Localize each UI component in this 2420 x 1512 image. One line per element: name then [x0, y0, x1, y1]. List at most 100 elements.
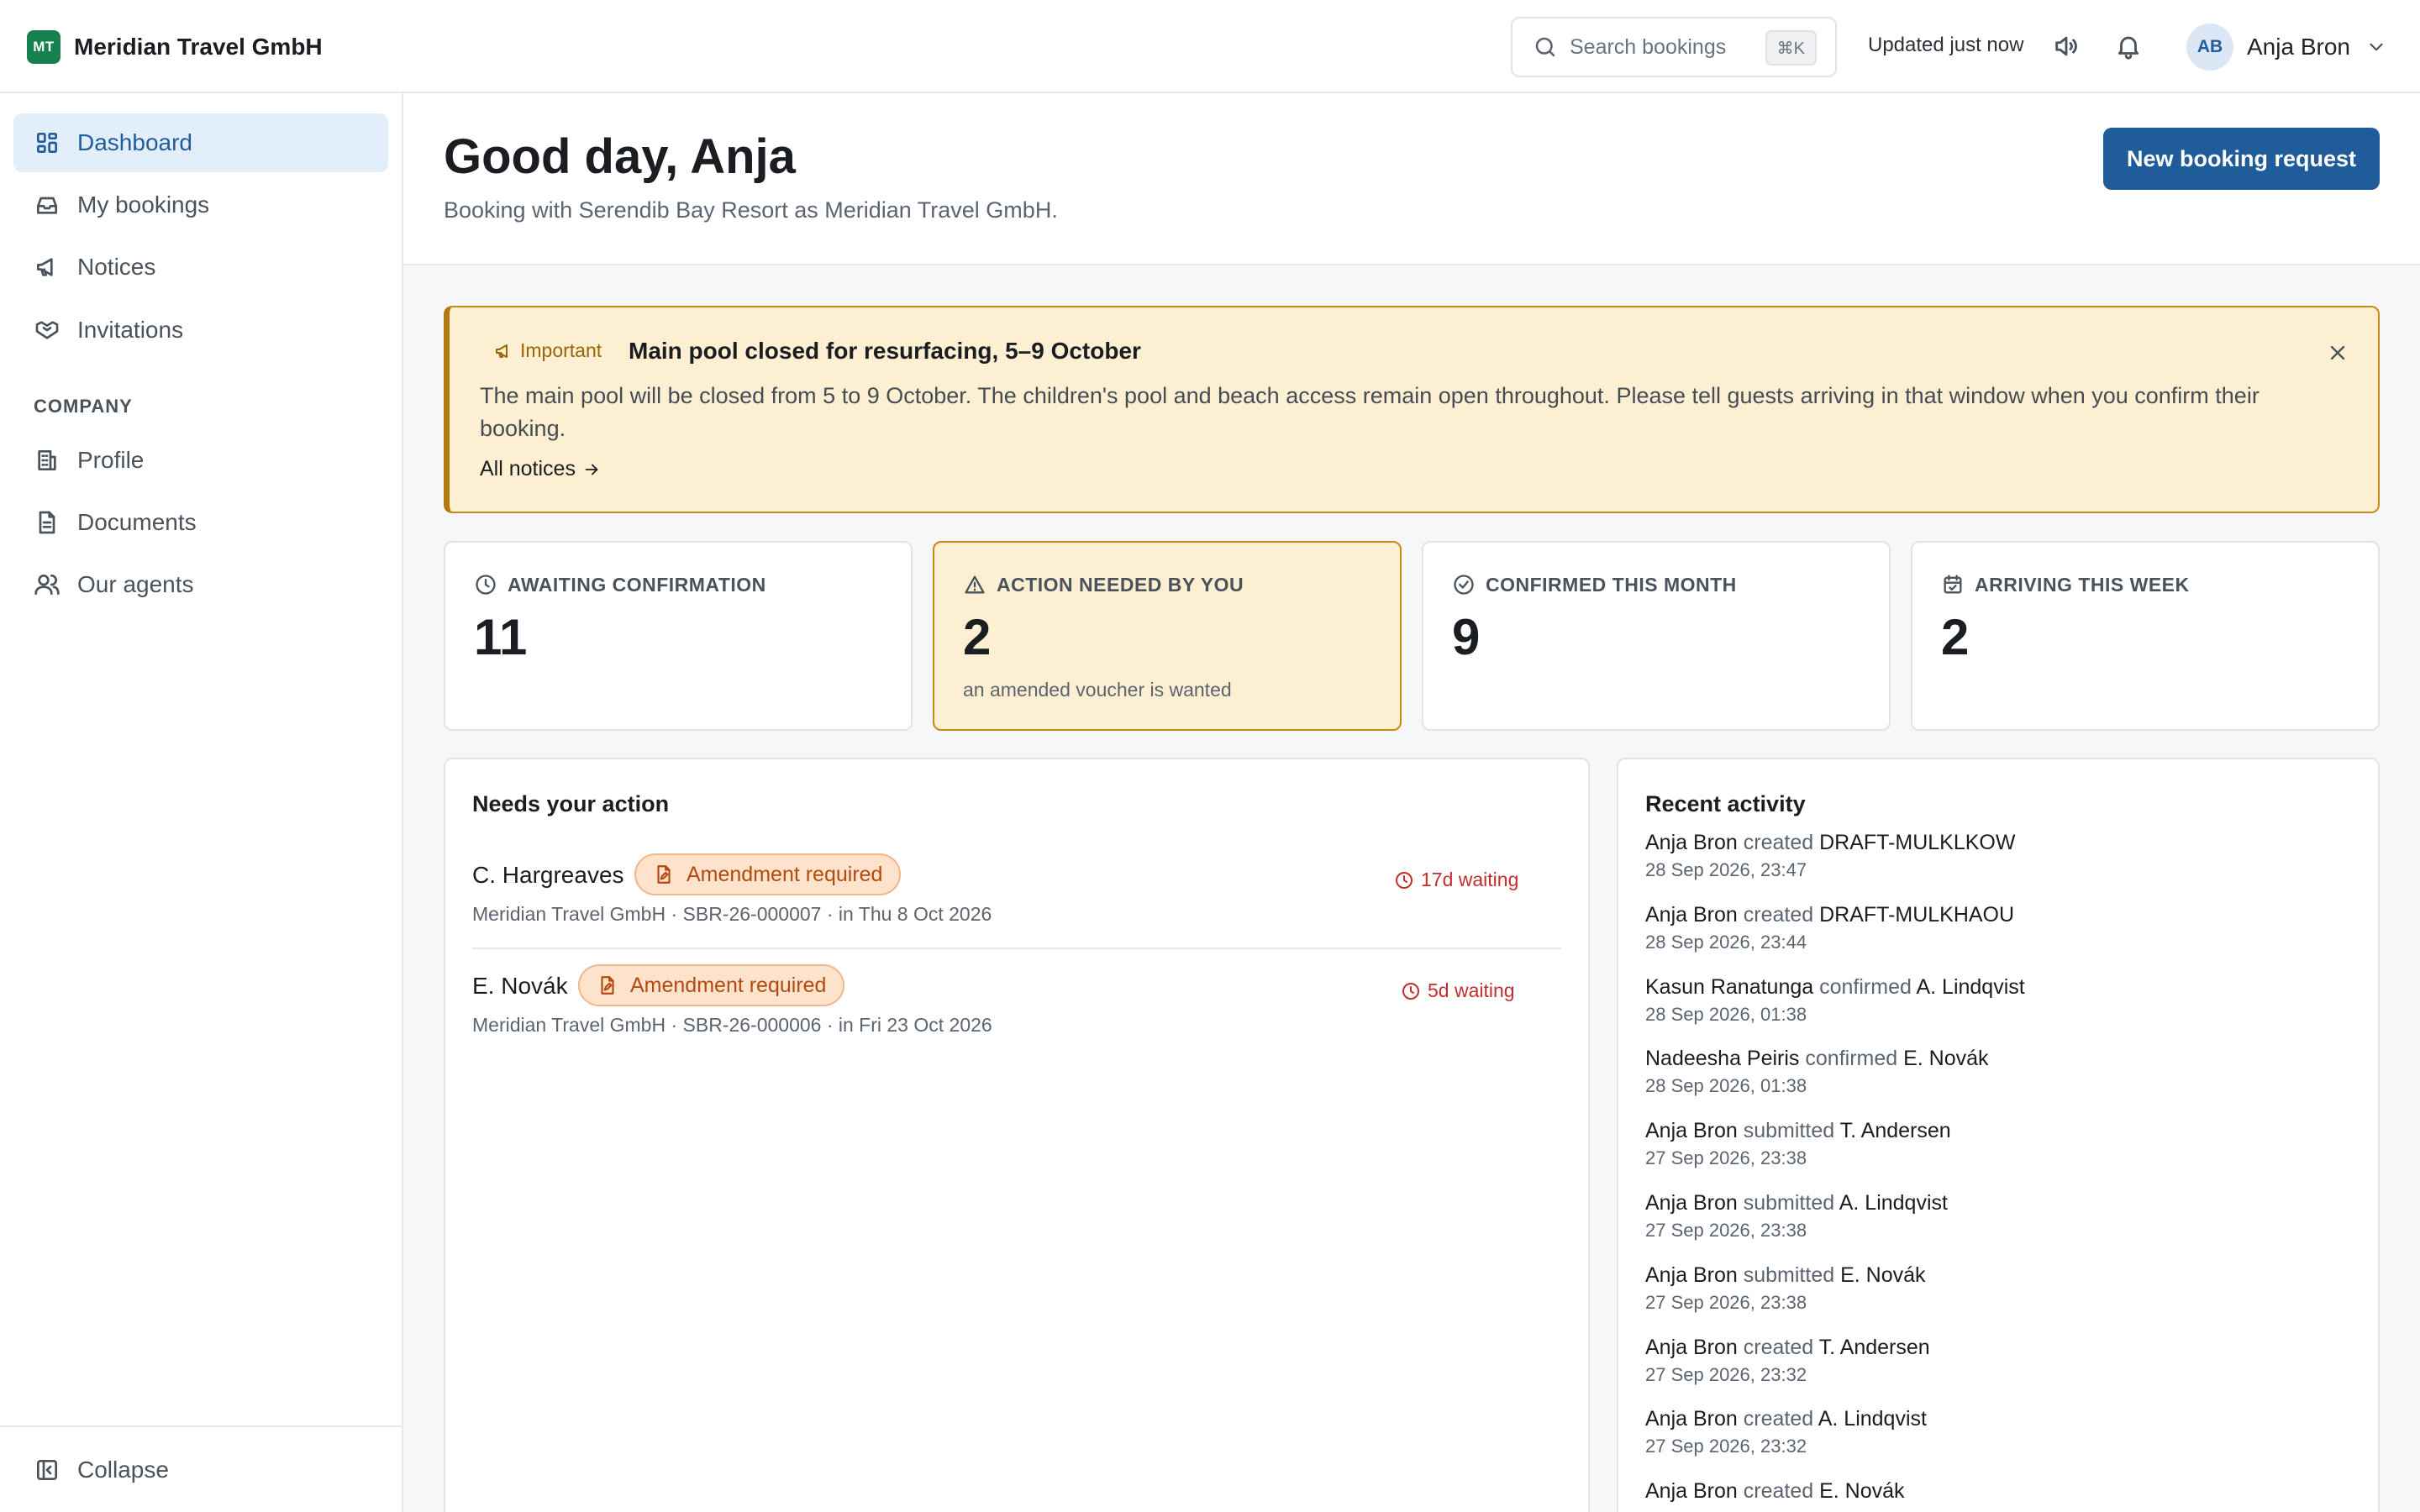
notice-tag: Important [493, 339, 602, 362]
activity-verb: created [1743, 831, 1814, 854]
activity-verb: submitted [1743, 1191, 1835, 1215]
sidebar-item-label: My bookings [77, 192, 210, 218]
bell-icon[interactable] [2114, 32, 2143, 60]
stat-label-text: ACTION NEEDED BY YOU [997, 573, 1244, 596]
activity-target[interactable]: E. Novák [1840, 1263, 1925, 1287]
user-name: Anja Bron [2247, 34, 2350, 60]
activity-verb: submitted [1743, 1263, 1835, 1287]
activity-item: Anja Bron created E. Novák [1645, 1479, 2317, 1508]
activity-target[interactable]: A. Lindqvist [1839, 1191, 1948, 1215]
stat-label: ACTION NEEDED BY YOU [963, 573, 1244, 596]
document-edit-icon [657, 865, 671, 884]
sidebar-footer: Collapse [0, 1425, 402, 1512]
activity-verb: confirmed [1805, 1047, 1898, 1070]
page-title: Good day, Anja [444, 129, 796, 184]
activity-actor: Nadeesha Peiris [1645, 1047, 1800, 1070]
document-icon [39, 511, 55, 534]
activity-verb: created [1743, 1407, 1814, 1431]
activity-actor: Anja Bron [1645, 1407, 1738, 1431]
activity-actor: Anja Bron [1645, 903, 1738, 927]
notice-title: Main pool closed for resurfacing, 5–9 Oc… [629, 338, 1141, 364]
sidebar-item-documents[interactable]: Documents [13, 493, 388, 552]
activity-actor: Anja Bron [1645, 1191, 1738, 1215]
booking-meta: Meridian Travel GmbH · SBR-26-000006 · i… [472, 1014, 992, 1036]
stat-value: 9 [1452, 609, 1481, 665]
clock-icon [476, 575, 496, 595]
building-icon [38, 450, 56, 470]
activity-verb: submitted [1743, 1119, 1835, 1142]
stat-card-action-needed[interactable]: ACTION NEEDED BY YOU 2 an amended vouche… [933, 541, 1402, 731]
activity-target[interactable]: E. Novák [1903, 1047, 1988, 1070]
activity-actor: Anja Bron [1645, 1119, 1738, 1142]
needs-action-panel: Needs your action C. Hargreaves Amendmen… [444, 758, 1590, 1512]
sidebar-item-dashboard[interactable]: Dashboard [13, 113, 388, 172]
activity-target[interactable]: E. Novák [1819, 1479, 1904, 1503]
activity-actor: Anja Bron [1645, 1336, 1738, 1359]
stat-label-text: CONFIRMED THIS MONTH [1486, 573, 1737, 596]
activity-actor: Anja Bron [1645, 1479, 1738, 1503]
brand[interactable]: MT Meridian Travel GmbH [27, 30, 323, 64]
stat-label: AWAITING CONFIRMATION [474, 573, 766, 596]
activity-item: Anja Bron created DRAFT-MULKLKOW 28 Sep … [1645, 831, 2317, 881]
search-input[interactable] [1570, 34, 1763, 60]
search-shortcut-hint: ⌘K [1765, 30, 1817, 66]
activity-target[interactable]: T. Andersen [1819, 1336, 1930, 1359]
action-row[interactable]: C. Hargreaves Amendment required Meridia… [472, 848, 1561, 949]
action-row[interactable]: E. Novák Amendment required Meridian Tra… [472, 959, 1561, 1060]
brand-logo: MT [27, 30, 60, 64]
activity-verb: created [1743, 1479, 1814, 1503]
guest-name: E. Novák [472, 973, 568, 999]
clock-icon [1402, 982, 1419, 1000]
sidebar-item-our-agents[interactable]: Our agents [13, 555, 388, 614]
activity-target[interactable]: A. Lindqvist [1818, 1407, 1927, 1431]
activity-time: 28 Sep 2026, 01:38 [1645, 1004, 1807, 1025]
sidebar: Dashboard My bookings Notices Invitation… [0, 93, 403, 1512]
activity-actor: Kasun Ranatunga [1645, 975, 1814, 999]
waiting-label: 5d waiting [1428, 979, 1515, 1001]
notice-tag-label: Important [520, 339, 602, 361]
sidebar-item-profile[interactable]: Profile [13, 431, 388, 490]
sidebar-item-label: Documents [77, 509, 197, 535]
activity-actor: Anja Bron [1645, 831, 1738, 854]
users-icon [34, 575, 60, 595]
calendar-icon [1944, 575, 1962, 594]
new-booking-request-button[interactable]: New booking request [2103, 128, 2380, 190]
all-notices-link[interactable]: All notices [480, 457, 601, 481]
stat-label: CONFIRMED THIS MONTH [1452, 573, 1737, 596]
stat-note: an amended voucher is wanted [963, 679, 1232, 701]
arrow-right-icon [585, 464, 598, 475]
sidebar-item-label: Our agents [77, 571, 194, 597]
collapse-label: Collapse [77, 1457, 169, 1483]
activity-time: 27 Sep 2026, 23:38 [1645, 1292, 1807, 1313]
avatar: AB [2186, 24, 2233, 71]
sidebar-item-label: Profile [77, 447, 145, 473]
activity-actor: Anja Bron [1645, 1263, 1738, 1287]
stat-value: 2 [963, 609, 992, 665]
sidebar-item-invitations[interactable]: Invitations [13, 301, 388, 360]
sound-icon[interactable] [2052, 32, 2081, 60]
sidebar-item-notices[interactable]: Notices [13, 238, 388, 297]
activity-target[interactable]: DRAFT-MULKLKOW [1819, 831, 2015, 854]
stat-card-confirmed-this-month[interactable]: CONFIRMED THIS MONTH 9 [1422, 541, 1891, 731]
stat-card-awaiting-confirmation[interactable]: AWAITING CONFIRMATION 11 [444, 541, 913, 731]
activity-target[interactable]: T. Andersen [1840, 1119, 1951, 1142]
activity-time: 27 Sep 2026, 23:32 [1645, 1364, 1807, 1385]
waiting-time: 5d waiting [1401, 979, 1515, 1002]
important-notice-banner: Important Main pool closed for resurfaci… [444, 306, 2380, 513]
collapse-button[interactable]: Collapse [13, 1441, 388, 1499]
activity-item: Anja Bron submitted E. Novák 27 Sep 2026… [1645, 1263, 2317, 1314]
panel-title: Recent activity [1645, 791, 1806, 816]
close-icon[interactable] [2326, 341, 2349, 365]
activity-target[interactable]: DRAFT-MULKHAOU [1819, 903, 2014, 927]
user-menu[interactable]: AB Anja Bron [2186, 24, 2387, 71]
stat-label: ARRIVING THIS WEEK [1941, 573, 2190, 596]
sidebar-item-my-bookings[interactable]: My bookings [13, 176, 388, 234]
activity-item: Kasun Ranatunga confirmed A. Lindqvist 2… [1645, 975, 2317, 1026]
stat-label-text: ARRIVING THIS WEEK [1975, 573, 2190, 596]
all-notices-label: All notices [480, 457, 576, 480]
inbox-icon [37, 197, 57, 214]
page-header: Good day, Anja Booking with Serendib Bay… [403, 93, 2420, 265]
stat-card-arriving-this-week[interactable]: ARRIVING THIS WEEK 2 [1911, 541, 2380, 731]
activity-target[interactable]: A. Lindqvist [1916, 975, 2024, 999]
search-box[interactable]: ⌘K [1511, 17, 1837, 77]
